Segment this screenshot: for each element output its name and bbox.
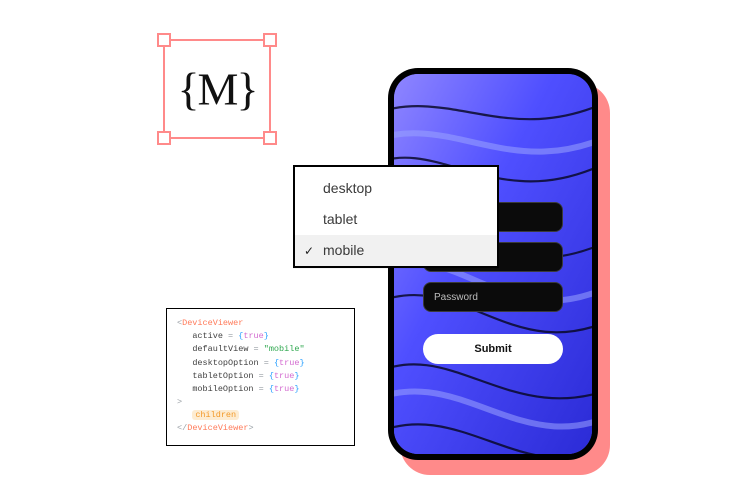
device-dropdown[interactable]: desktop tablet ✓ mobile xyxy=(293,165,499,268)
eq: = xyxy=(223,331,238,341)
glyph-m: M xyxy=(198,64,237,115)
dropdown-item-desktop[interactable]: desktop xyxy=(295,173,497,204)
resize-handle-bottom-left[interactable] xyxy=(157,131,171,145)
password-field[interactable]: Password xyxy=(423,282,563,312)
attr-defaultview: defaultView xyxy=(192,344,248,354)
attr-tabletoption: tabletOption xyxy=(192,371,253,381)
brace-left: { xyxy=(177,64,197,115)
selection-frame[interactable]: {M} xyxy=(163,39,271,139)
dropdown-label: mobile xyxy=(323,242,364,258)
component-glyph: {M} xyxy=(177,63,256,116)
code-gt2: > xyxy=(248,423,253,433)
rb: } xyxy=(294,384,299,394)
dropdown-item-mobile[interactable]: ✓ mobile xyxy=(295,235,497,266)
submit-button[interactable]: Submit xyxy=(423,334,563,364)
dropdown-label: desktop xyxy=(323,180,372,196)
submit-label: Submit xyxy=(474,343,511,355)
val-true: true xyxy=(279,358,299,368)
rb: } xyxy=(299,358,304,368)
check-icon: ✓ xyxy=(304,242,314,260)
attr-desktopoption: desktopOption xyxy=(192,358,258,368)
dropdown-label: tablet xyxy=(323,211,357,227)
eq: = xyxy=(254,371,269,381)
eq: = xyxy=(248,344,263,354)
code-gt: > xyxy=(177,397,182,407)
brace-right: } xyxy=(236,64,256,115)
rb: } xyxy=(264,331,269,341)
attr-mobileoption: mobileOption xyxy=(192,384,253,394)
code-open-tag: DeviceViewer xyxy=(182,318,243,328)
resize-handle-top-left[interactable] xyxy=(157,33,171,47)
val-true: true xyxy=(274,384,294,394)
dropdown-item-tablet[interactable]: tablet xyxy=(295,204,497,235)
password-placeholder: Password xyxy=(434,292,478,303)
attr-active: active xyxy=(192,331,223,341)
val-true: true xyxy=(274,371,294,381)
eq: = xyxy=(254,384,269,394)
rb: } xyxy=(294,371,299,381)
resize-handle-bottom-right[interactable] xyxy=(263,131,277,145)
code-snippet: <DeviceViewer active = {true} defaultVie… xyxy=(166,308,355,446)
eq: = xyxy=(259,358,274,368)
val-mobile: "mobile" xyxy=(264,344,305,354)
resize-handle-top-right[interactable] xyxy=(263,33,277,47)
val-true: true xyxy=(243,331,263,341)
code-close-tag: DeviceViewer xyxy=(187,423,248,433)
children-slot: children xyxy=(192,410,239,420)
